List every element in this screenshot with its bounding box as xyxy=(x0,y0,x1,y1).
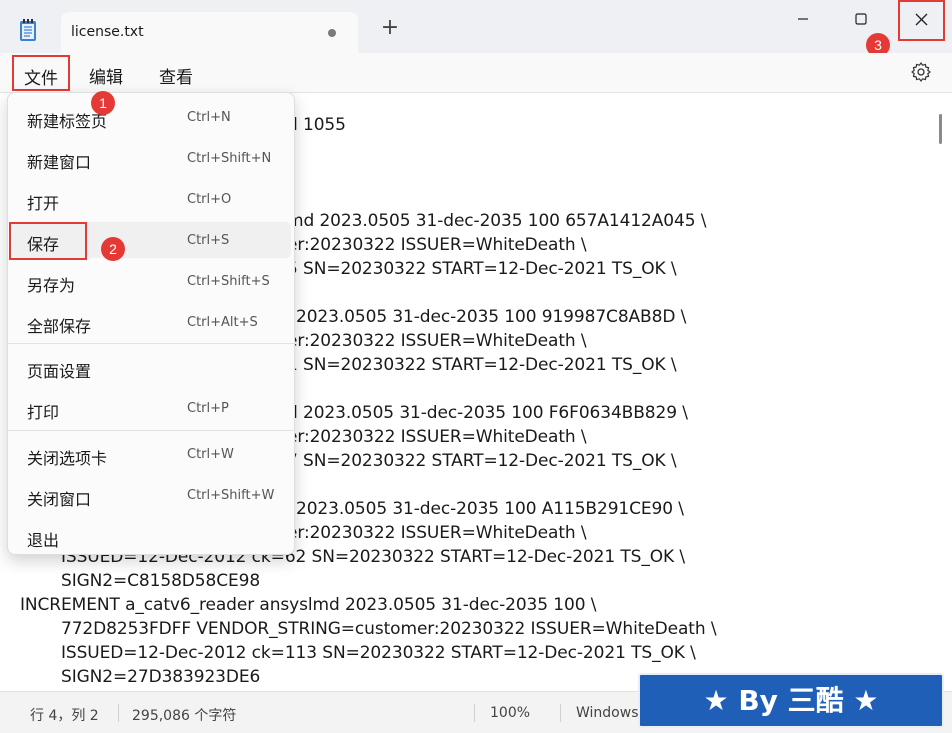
close-icon xyxy=(915,13,928,26)
editor-line: 772D8253FDFF VENDOR_STRING=customer:2023… xyxy=(61,619,717,639)
tab-license[interactable]: license.txt xyxy=(61,12,358,53)
editor-line: er:20230322 ISSUER=WhiteDeath \ xyxy=(287,235,587,255)
file-menu-dropdown: 新建标签页 Ctrl+N 新建窗口 Ctrl+Shift+N 打开 Ctrl+O… xyxy=(7,92,295,555)
menu-item-save-as[interactable]: 另存为 Ctrl+Shift+S xyxy=(13,263,291,299)
new-tab-button[interactable]: + xyxy=(378,17,402,41)
line-ending: Windows xyxy=(576,705,639,721)
menu-bar: 文件 编辑 查看 xyxy=(0,53,952,93)
editor-line: md 2023.0505 31-dec-2035 100 657A1412A04… xyxy=(287,211,707,231)
editor-line: er:20230322 ISSUER=WhiteDeath \ xyxy=(287,523,587,543)
menu-divider xyxy=(8,343,294,344)
menu-item-save-all[interactable]: 全部保存 Ctrl+Alt+S xyxy=(13,304,291,340)
menu-item-shortcut: Ctrl+Shift+W xyxy=(187,488,275,503)
editor-line: d 2023.0505 31-dec-2035 100 F6F0634BB829… xyxy=(287,403,688,423)
menu-item-close-window[interactable]: 关闭窗口 Ctrl+Shift+W xyxy=(13,477,291,513)
title-bar: license.txt + 3 xyxy=(0,0,952,57)
editor-line: INCREMENT a_catv6_reader ansyslmd 2023.0… xyxy=(20,595,597,615)
watermark-banner: ★ By 三酷 ★ xyxy=(638,673,944,728)
menu-item-new-window[interactable]: 新建窗口 Ctrl+Shift+N xyxy=(13,140,291,176)
menu-item-shortcut: Ctrl+Alt+S xyxy=(187,315,258,330)
gear-icon[interactable] xyxy=(910,61,932,83)
editor-line: 2023.0505 31-dec-2035 100 919987C8AB8D \ xyxy=(296,307,687,327)
tab-title: license.txt xyxy=(71,24,144,40)
status-divider xyxy=(560,704,561,722)
vertical-scrollbar[interactable] xyxy=(939,114,942,144)
editor-line: er:20230322 ISSUER=WhiteDeath \ xyxy=(287,331,587,351)
menu-item-shortcut: Ctrl+S xyxy=(187,233,230,248)
menu-item-label: 关闭选项卡 xyxy=(27,449,108,468)
menu-item-page-setup[interactable]: 页面设置 xyxy=(13,349,291,385)
minimize-icon[interactable] xyxy=(788,5,818,33)
close-button[interactable] xyxy=(898,0,945,41)
menu-item-shortcut: Ctrl+Shift+N xyxy=(187,151,272,166)
menu-divider xyxy=(8,430,294,431)
menu-item-label: 页面设置 xyxy=(27,362,92,381)
status-divider xyxy=(474,704,475,722)
menu-item-open[interactable]: 打开 Ctrl+O xyxy=(13,181,291,217)
editor-line: ISSUED=12-Dec-2012 ck=113 SN=20230322 ST… xyxy=(61,643,696,663)
menu-item-shortcut: Ctrl+W xyxy=(187,447,234,462)
menu-item-label: 打开 xyxy=(27,194,60,213)
menu-item-label: 退出 xyxy=(27,531,60,550)
menu-item-shortcut: Ctrl+P xyxy=(187,401,229,416)
editor-line: SIGN2=27D383923DE6 xyxy=(61,667,261,687)
menu-item-close-tab[interactable]: 关闭选项卡 Ctrl+W xyxy=(13,436,291,472)
editor-line: 1 SN=20230322 START=12-Dec-2021 TS_OK \ xyxy=(287,355,677,375)
notepad-icon xyxy=(20,19,36,41)
menu-item-label: 新建窗口 xyxy=(27,153,92,172)
menu-edit[interactable]: 编辑 xyxy=(89,63,123,88)
tab-modified-dot-icon[interactable] xyxy=(328,29,336,37)
annotation-badge-1: 1 xyxy=(91,91,115,115)
editor-line: SIGN2=C8158D58CE98 xyxy=(61,571,261,591)
annotation-badge-2: 2 xyxy=(101,237,125,261)
menu-item-shortcut: Ctrl+O xyxy=(187,192,232,207)
menu-item-exit[interactable]: 退出 xyxy=(13,518,291,554)
menu-file[interactable]: 文件 xyxy=(12,55,70,91)
editor-line: 7 SN=20230322 START=12-Dec-2021 TS_OK \ xyxy=(287,451,677,471)
cursor-position: 行 4，列 2 xyxy=(30,708,99,724)
menu-item-label: 打印 xyxy=(27,403,60,422)
editor-line: 2023.0505 31-dec-2035 100 A115B291CE90 \ xyxy=(296,499,684,519)
menu-item-label: 全部保存 xyxy=(27,317,92,336)
save-highlight-box xyxy=(9,222,87,260)
char-count: 295,086 个字符 xyxy=(132,708,237,724)
menu-item-shortcut: Ctrl+N xyxy=(187,110,231,125)
menu-item-shortcut: Ctrl+Shift+S xyxy=(187,274,270,289)
editor-line: er:20230322 ISSUER=WhiteDeath \ xyxy=(287,427,587,447)
menu-item-label: 关闭窗口 xyxy=(27,490,92,509)
menu-item-new-tab[interactable]: 新建标签页 Ctrl+N xyxy=(13,99,291,135)
menu-item-print[interactable]: 打印 Ctrl+P xyxy=(13,390,291,426)
menu-view[interactable]: 查看 xyxy=(159,63,193,88)
editor-line: d 1055 xyxy=(287,115,346,135)
status-divider xyxy=(118,704,119,722)
menu-item-label: 另存为 xyxy=(27,276,76,295)
zoom-level: 100% xyxy=(490,705,531,721)
editor-line: 5 SN=20230322 START=12-Dec-2021 TS_OK \ xyxy=(287,259,677,279)
maximize-icon[interactable] xyxy=(846,5,876,33)
